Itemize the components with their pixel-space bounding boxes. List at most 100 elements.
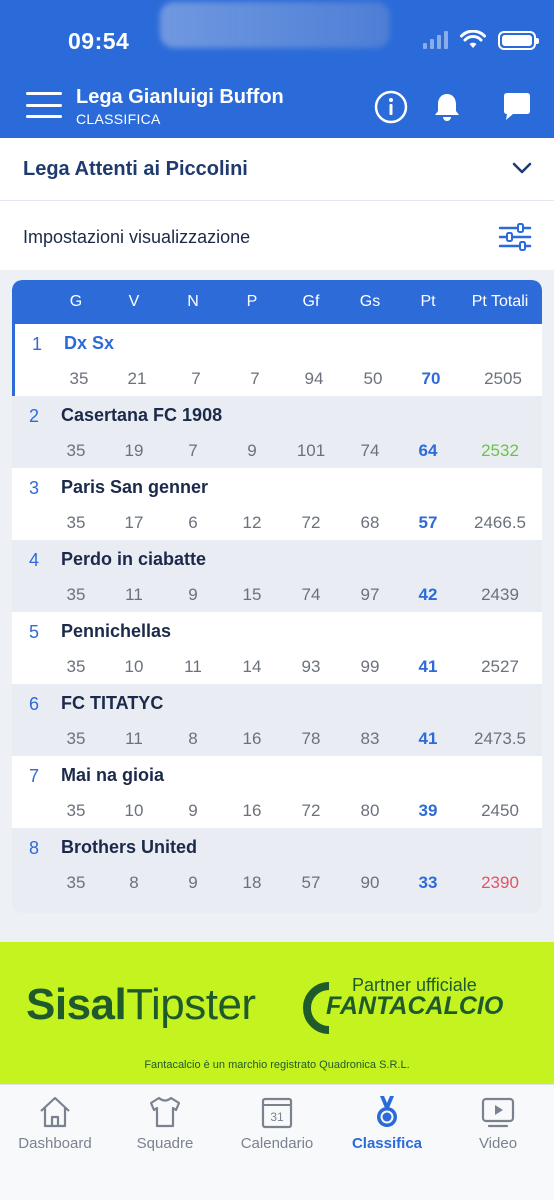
status-time: 09:54: [68, 28, 130, 54]
column-header-gs: Gs: [359, 293, 381, 310]
cell-pt: 33: [418, 873, 438, 892]
home-icon: [40, 1096, 70, 1128]
table-row[interactable]: 3 Paris San genner 35 17 6 12 72 68 57 2466.5: [12, 468, 542, 540]
bottom-navigation: Dashboard Squadre 31 Calendario Classifi…: [0, 1084, 554, 1200]
team-rank: 5: [29, 622, 40, 642]
cell-v: 11: [125, 729, 143, 748]
cell-gs: 74: [360, 441, 380, 460]
nav-label-calendario: Calendario: [240, 1135, 314, 1152]
cell-pt: 42: [418, 585, 438, 604]
cell-gf: 57: [301, 873, 321, 892]
chevron-down-icon: [512, 162, 532, 174]
table-row[interactable]: 6 FC TITATYC 35 11 8 16 78 83 41 2473.5: [12, 684, 542, 756]
cell-gs: 80: [360, 801, 380, 820]
cell-pt-totali: 2505: [484, 369, 522, 388]
cell-gs: 97: [360, 585, 380, 604]
cell-pt: 41: [418, 657, 438, 676]
table-row[interactable]: 5 Pennichellas 35 10 11 14 93 99 41 2527: [12, 612, 542, 684]
team-name: Pennichellas: [61, 621, 172, 641]
cell-pt: 39: [418, 801, 438, 820]
cell-v: 10: [124, 657, 144, 676]
calendar-day: 31: [270, 1110, 284, 1124]
page-subtitle: CLASSIFICA: [76, 111, 161, 127]
banner-disclaimer: Fantacalcio è un marchio registrato Quad…: [144, 1059, 410, 1071]
bell-icon[interactable]: [430, 90, 464, 124]
cell-p: 14: [242, 657, 262, 676]
cell-pt-totali: 2466.5: [474, 513, 526, 532]
league-selector[interactable]: Lega Attenti ai Piccolini: [0, 138, 554, 201]
cell-pt-totali: 2527: [481, 657, 519, 676]
cell-g: 35: [66, 801, 86, 820]
page-title: Lega Gianluigi Buffon: [76, 86, 284, 108]
team-name: Paris San genner: [61, 477, 209, 497]
cell-p: 16: [242, 729, 262, 748]
cell-v: 11: [125, 585, 143, 604]
shirt-icon: [149, 1096, 181, 1128]
battery-icon: [498, 30, 539, 50]
cell-pt-totali: 2473.5: [474, 729, 526, 748]
nav-dashboard[interactable]: Dashboard: [0, 1093, 110, 1163]
column-header-pt-totali: Pt Totali: [471, 293, 529, 310]
cell-gs: 90: [360, 873, 380, 892]
cell-pt: 57: [418, 513, 438, 532]
cell-n: 7: [191, 369, 201, 388]
column-header-v: V: [128, 293, 140, 310]
status-icons: [423, 30, 539, 50]
tipster-text: Tipster: [126, 980, 256, 1029]
medal-icon: [377, 1096, 397, 1127]
team-rank: 2: [29, 406, 40, 426]
team-name: Mai na gioia: [61, 765, 165, 785]
team-name: Perdo in ciabatte: [61, 549, 207, 569]
table-row[interactable]: 8 Brothers United 35 8 9 18 57 90 33 2390: [12, 828, 542, 900]
team-rank: 3: [29, 478, 40, 498]
cell-v: 10: [124, 801, 144, 820]
header-title-group: Lega Gianluigi Buffon CLASSIFICA: [76, 86, 284, 127]
column-header-n: N: [187, 293, 199, 310]
info-icon[interactable]: [374, 90, 408, 124]
cell-v: 17: [124, 513, 144, 532]
nav-calendario[interactable]: 31 Calendario: [222, 1093, 332, 1163]
cell-g: 35: [66, 585, 86, 604]
table-header: G V N P Gf Gs Pt Pt Totali: [12, 280, 542, 324]
nav-video[interactable]: Video: [443, 1093, 553, 1163]
sisal-text: Sisal: [26, 980, 127, 1029]
nav-label-squadre: Squadre: [136, 1135, 194, 1152]
cell-gs: 50: [363, 369, 383, 388]
team-name: Dx Sx: [64, 333, 115, 353]
cell-p: 9: [247, 441, 257, 460]
cell-v: 19: [124, 441, 144, 460]
cell-pt: 64: [418, 441, 438, 460]
cell-p: 16: [242, 801, 262, 820]
table-row[interactable]: 2 Casertana FC 1908 35 19 7 9 101 74 64 2532: [12, 396, 542, 468]
table-row[interactable]: 4 Perdo in ciabatte 35 11 9 15 74 97 42 2439: [12, 540, 542, 612]
sisal-tipster-logo: SisalTipster: [26, 980, 256, 1030]
menu-icon[interactable]: [26, 92, 62, 118]
signal-icon: [423, 31, 448, 49]
column-header-pt: Pt: [420, 293, 436, 310]
display-settings-row[interactable]: Impostazioni visualizzazione: [0, 202, 554, 270]
chat-icon[interactable]: [500, 90, 534, 124]
cell-n: 7: [188, 441, 198, 460]
team-name: Casertana FC 1908: [61, 405, 223, 425]
cell-v: 8: [129, 873, 139, 892]
cell-p: 12: [242, 513, 262, 532]
cell-gf: 72: [301, 513, 321, 532]
sliders-icon[interactable]: [498, 223, 532, 251]
sponsor-banner[interactable]: SisalTipster FANTACALCIO Fantacalcio è u…: [0, 942, 554, 1084]
cell-pt-totali: 2439: [481, 585, 519, 604]
calendar-icon: 31: [261, 1097, 293, 1129]
nav-label-dashboard: Dashboard: [18, 1135, 92, 1152]
nav-label-classifica: Classifica: [351, 1135, 423, 1152]
nav-squadre[interactable]: Squadre: [110, 1093, 220, 1163]
table-row[interactable]: 1 Dx Sx 35 21 7 7 94 50 70 2505: [12, 324, 542, 396]
nav-classifica[interactable]: Classifica: [332, 1093, 442, 1163]
table-row[interactable]: 7 Mai na gioia 35 10 9 16 72 80 39 2450: [12, 756, 542, 828]
standings-table: G V N P Gf Gs Pt Pt Totali 1 Dx Sx 35 21 7 7 9…: [12, 280, 542, 913]
app-bar: Lega Gianluigi Buffon CLASSIFICA: [0, 80, 554, 138]
team-name: FC TITATYC: [61, 693, 164, 713]
cell-g: 35: [66, 657, 86, 676]
team-rank: 7: [29, 766, 40, 786]
blurred-notification: [160, 2, 390, 48]
team-rank: 8: [29, 838, 40, 858]
cell-gf: 72: [301, 801, 321, 820]
